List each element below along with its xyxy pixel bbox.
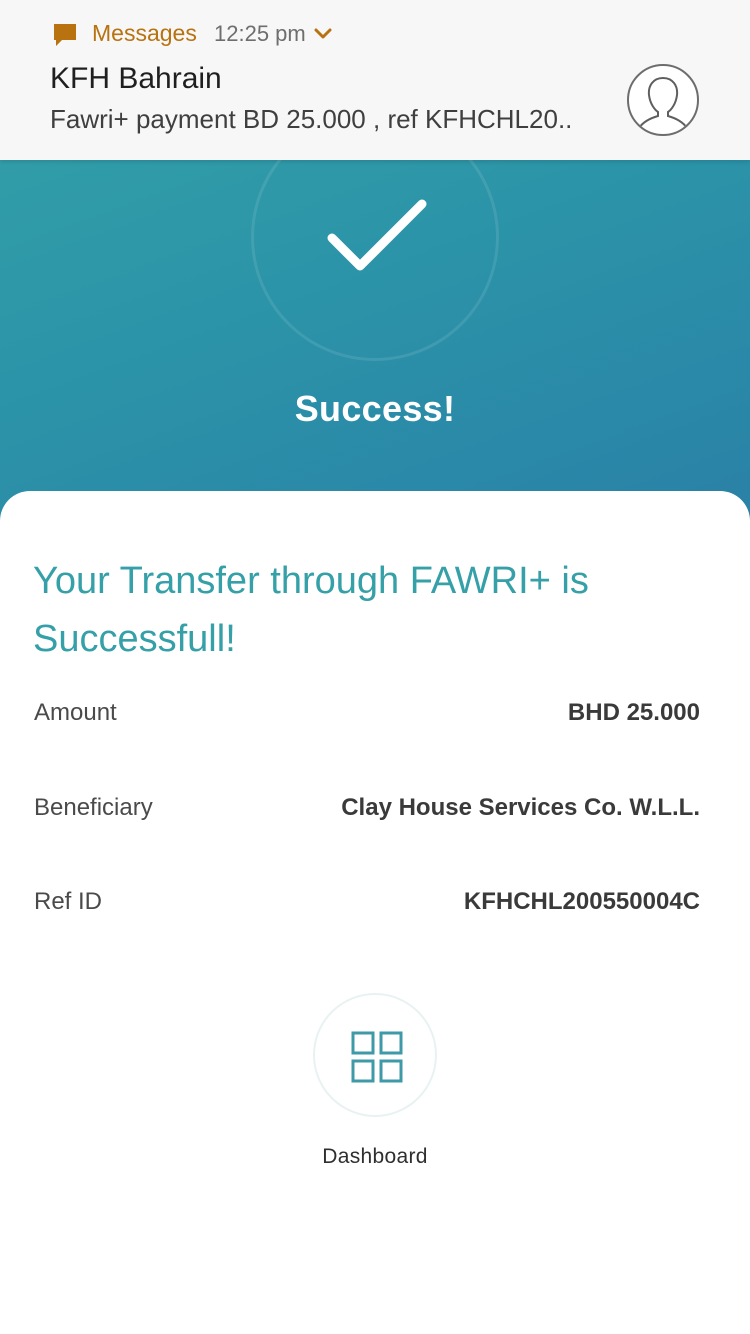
beneficiary-value: Clay House Services Co. W.L.L. — [341, 794, 700, 821]
dashboard-button[interactable] — [313, 993, 437, 1117]
checkmark-icon — [327, 199, 427, 271]
notification-sender: KFH Bahrain — [50, 62, 222, 95]
amount-label: Amount — [34, 699, 117, 726]
grid-icon — [351, 1031, 403, 1083]
ref-id-value: KFHCHL200550004C — [463, 888, 700, 915]
chat-bubble-icon — [54, 24, 76, 46]
dashboard-label[interactable]: Dashboard — [0, 1145, 750, 1169]
person-silhouette-icon — [638, 77, 688, 129]
transfer-success-heading: Your Transfer through FAWRI+ is Successf… — [33, 560, 589, 660]
ref-id-label: Ref ID — [34, 888, 103, 915]
detail-row-beneficiary: Beneficiary Clay House Services Co. W.L.… — [34, 794, 700, 834]
notification-app-name: Messages — [92, 20, 197, 46]
message-notification[interactable]: Messages 12:25 pm KFH Bahrain Fawri+ pay… — [0, 0, 750, 160]
notification-time: 12:25 pm — [214, 21, 306, 46]
amount-value: BHD 25.000 — [567, 699, 700, 726]
detail-row-amount: Amount BHD 25.000 — [34, 699, 700, 739]
transfer-details-card: Your Transfer through FAWRI+ is Successf… — [0, 491, 750, 1334]
avatar — [627, 64, 699, 136]
chevron-down-icon[interactable] — [313, 26, 333, 42]
beneficiary-label: Beneficiary — [34, 794, 153, 821]
success-title: Success! — [294, 388, 456, 429]
detail-row-ref-id: Ref ID KFHCHL200550004C — [34, 888, 700, 928]
notification-body: Fawri+ payment BD 25.000 , ref KFHCHL20.… — [50, 104, 573, 134]
